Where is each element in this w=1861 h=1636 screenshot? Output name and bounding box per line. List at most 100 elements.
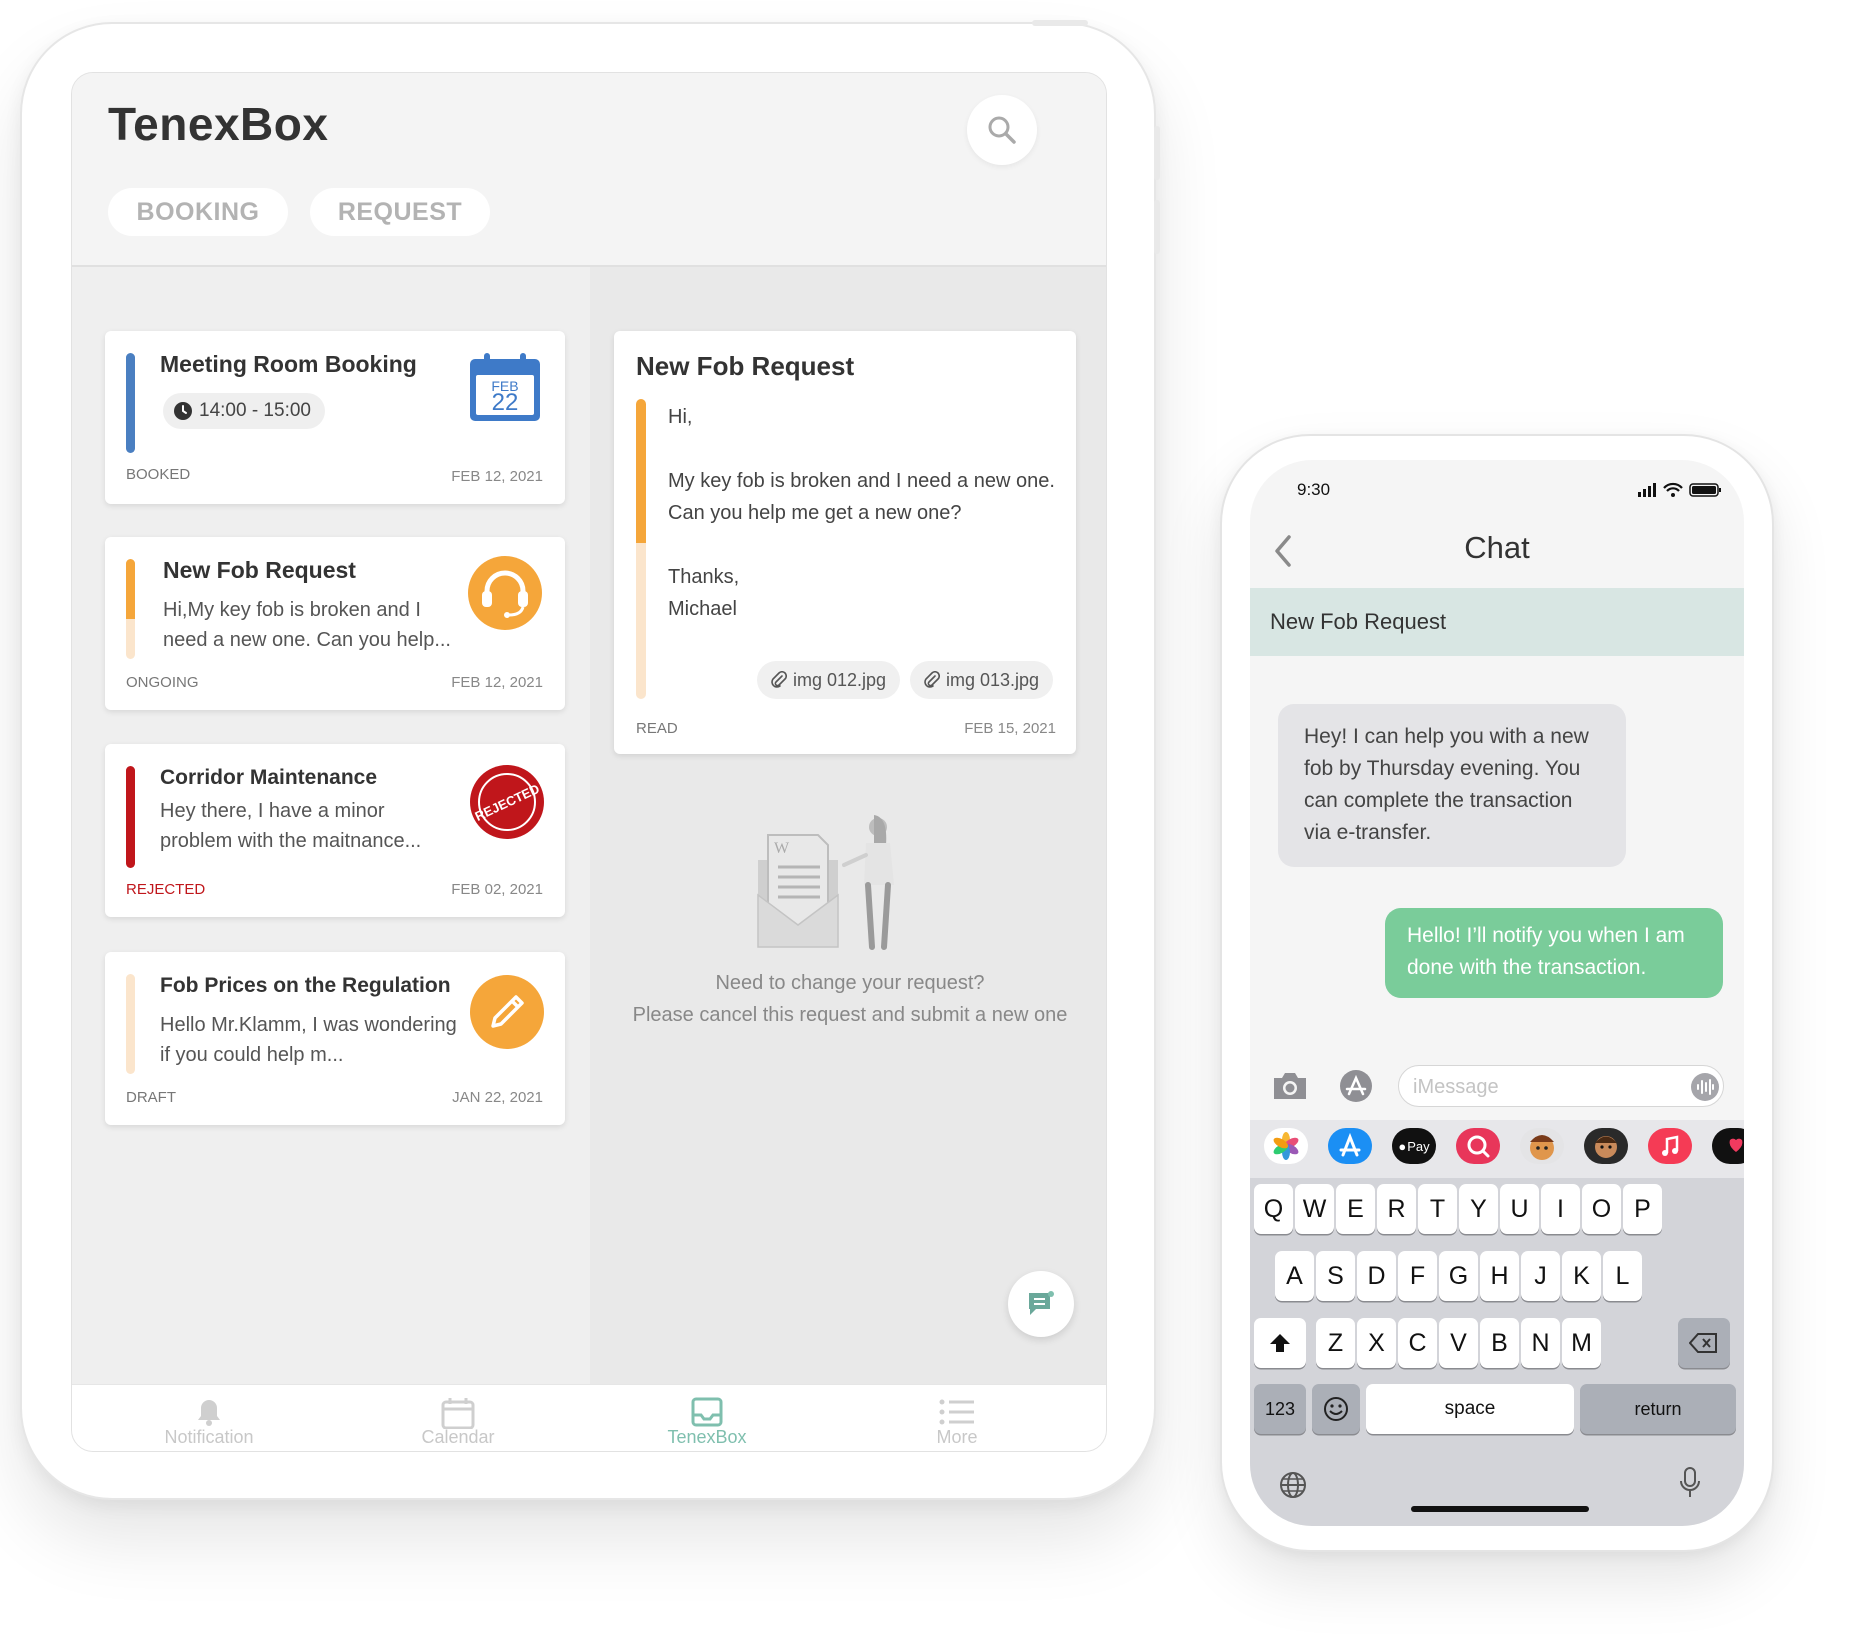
request-detail-card[interactable]: New Fob Request Hi, My key fob is broken… (614, 331, 1076, 754)
status-bar (126, 974, 135, 1074)
attachment-name: img 012.jpg (793, 669, 887, 690)
key[interactable]: N (1521, 1318, 1560, 1368)
key[interactable]: Z (1316, 1318, 1355, 1368)
audio-record-icon[interactable] (1690, 1072, 1720, 1102)
key[interactable]: P (1623, 1184, 1662, 1234)
detail-title: New Fob Request (636, 351, 855, 381)
key[interactable]: W (1295, 1184, 1334, 1234)
emoji-key[interactable] (1312, 1384, 1360, 1434)
imessage-apps-row: ● Pay (1250, 1120, 1744, 1178)
photos-app-icon[interactable] (1264, 1128, 1308, 1164)
search-button[interactable] (967, 95, 1037, 165)
card-preview: Hey there, I have a minor problem with t… (160, 800, 422, 852)
key[interactable]: F (1398, 1251, 1437, 1301)
shift-arrow-icon (1270, 1334, 1290, 1352)
app-title: TenexBox (108, 98, 329, 150)
key[interactable]: H (1480, 1251, 1519, 1301)
status-time: 9:30 (1297, 480, 1331, 499)
message-body: My key fob is broken and I need a new on… (668, 470, 1055, 524)
key[interactable]: T (1418, 1184, 1457, 1234)
status-badge: REJECTED (126, 881, 206, 898)
space-key[interactable]: space (1366, 1384, 1574, 1434)
key[interactable]: R (1377, 1184, 1416, 1234)
key[interactable]: X (1357, 1318, 1396, 1368)
list-item[interactable]: Fob Prices on the Regulation Hello Mr.Kl… (105, 952, 565, 1125)
music-app-icon[interactable] (1648, 1128, 1692, 1164)
paperclip-icon (771, 671, 787, 688)
delete-key[interactable] (1678, 1318, 1730, 1368)
card-date: FEB 12, 2021 (451, 468, 543, 485)
attachment-name: img 013.jpg (946, 669, 1040, 690)
home-indicator (1411, 1506, 1589, 1512)
memoji-stickers-icon[interactable] (1584, 1128, 1628, 1164)
list-item[interactable]: Meeting Room Booking 14:00 - 15:00 FEB 2… (105, 331, 565, 504)
key[interactable]: M (1562, 1318, 1601, 1368)
nav-more[interactable]: More (882, 1397, 1032, 1447)
tablet-side-button (1154, 200, 1160, 254)
tablet-screen: TenexBox BOOKING REQUEST Meeting Room Bo… (71, 72, 1107, 1452)
camera-icon[interactable] (1270, 1070, 1310, 1102)
request-list: Meeting Room Booking 14:00 - 15:00 FEB 2… (72, 267, 590, 1385)
imessage-input[interactable]: iMessage (1398, 1065, 1724, 1107)
rejected-stamp-icon: REJECTED (470, 765, 544, 839)
nav-label: Calendar (421, 1427, 495, 1447)
key[interactable]: O (1582, 1184, 1621, 1234)
key[interactable]: L (1603, 1251, 1642, 1301)
apple-pay-icon[interactable]: ● Pay (1392, 1128, 1436, 1164)
key[interactable]: G (1439, 1251, 1478, 1301)
app-header: TenexBox BOOKING REQUEST (72, 73, 1106, 267)
globe-icon[interactable] (1278, 1470, 1308, 1500)
key[interactable]: E (1336, 1184, 1375, 1234)
tablet-top-button (1032, 20, 1088, 26)
key[interactable]: K (1562, 1251, 1601, 1301)
numbers-key[interactable]: 123 (1254, 1384, 1306, 1434)
key[interactable]: J (1521, 1251, 1560, 1301)
status-bar (126, 766, 135, 868)
tab-request[interactable]: REQUEST (310, 188, 490, 236)
svg-text:W: W (774, 840, 790, 857)
key[interactable]: Y (1459, 1184, 1498, 1234)
status-badge: READ (636, 720, 678, 737)
key[interactable]: C (1398, 1318, 1437, 1368)
key[interactable]: D (1357, 1251, 1396, 1301)
list-item[interactable]: New Fob Request Hi,My key fob is broken … (105, 537, 565, 710)
shift-key[interactable] (1254, 1318, 1306, 1368)
return-key[interactable]: return (1580, 1384, 1736, 1434)
nav-calendar[interactable]: Calendar (383, 1397, 533, 1447)
key[interactable]: A (1275, 1251, 1314, 1301)
nav-notification[interactable]: Notification (134, 1397, 284, 1447)
digital-touch-icon[interactable] (1712, 1128, 1744, 1164)
status-bar (126, 353, 135, 453)
key[interactable]: I (1541, 1184, 1580, 1234)
key[interactable]: S (1316, 1251, 1355, 1301)
memoji-app-icon[interactable] (1520, 1128, 1564, 1164)
bell-icon (198, 1400, 220, 1426)
card-preview: Hello Mr.Klamm, I was wondering if you c… (160, 1014, 457, 1066)
key[interactable]: V (1439, 1318, 1478, 1368)
card-date: FEB 02, 2021 (451, 881, 543, 898)
empty-state-line: Please cancel this request and submit a … (632, 1004, 1068, 1026)
message-greeting: Hi, (668, 406, 693, 428)
nav-label: More (936, 1427, 978, 1447)
empty-state-line: Need to change your request? (715, 972, 985, 994)
app-store-app-icon[interactable] (1328, 1128, 1372, 1164)
nav-tenexbox[interactable]: TenexBox (632, 1397, 782, 1447)
calendar-day: 22 (492, 389, 519, 416)
chat-fab-button[interactable] (1008, 1271, 1074, 1337)
attachment-chip[interactable]: img 012.jpg (757, 661, 901, 699)
key[interactable]: U (1500, 1184, 1539, 1234)
attachment-chip[interactable]: img 013.jpg (910, 661, 1054, 699)
app-store-icon[interactable] (1336, 1068, 1376, 1104)
emoji-icon (1324, 1397, 1348, 1421)
nav-label: TenexBox (667, 1427, 747, 1447)
key[interactable]: B (1480, 1318, 1519, 1368)
chat-topic-banner[interactable]: New Fob Request (1250, 588, 1744, 656)
search-images-app-icon[interactable] (1456, 1128, 1500, 1164)
time-range: 14:00 - 15:00 (199, 400, 311, 421)
message-signoff: Thanks, (668, 566, 740, 588)
headset-icon (468, 556, 542, 630)
microphone-icon[interactable] (1678, 1466, 1702, 1500)
list-item[interactable]: Corridor Maintenance Hey there, I have a… (105, 744, 565, 917)
tab-booking[interactable]: BOOKING (108, 188, 288, 236)
key[interactable]: Q (1254, 1184, 1293, 1234)
